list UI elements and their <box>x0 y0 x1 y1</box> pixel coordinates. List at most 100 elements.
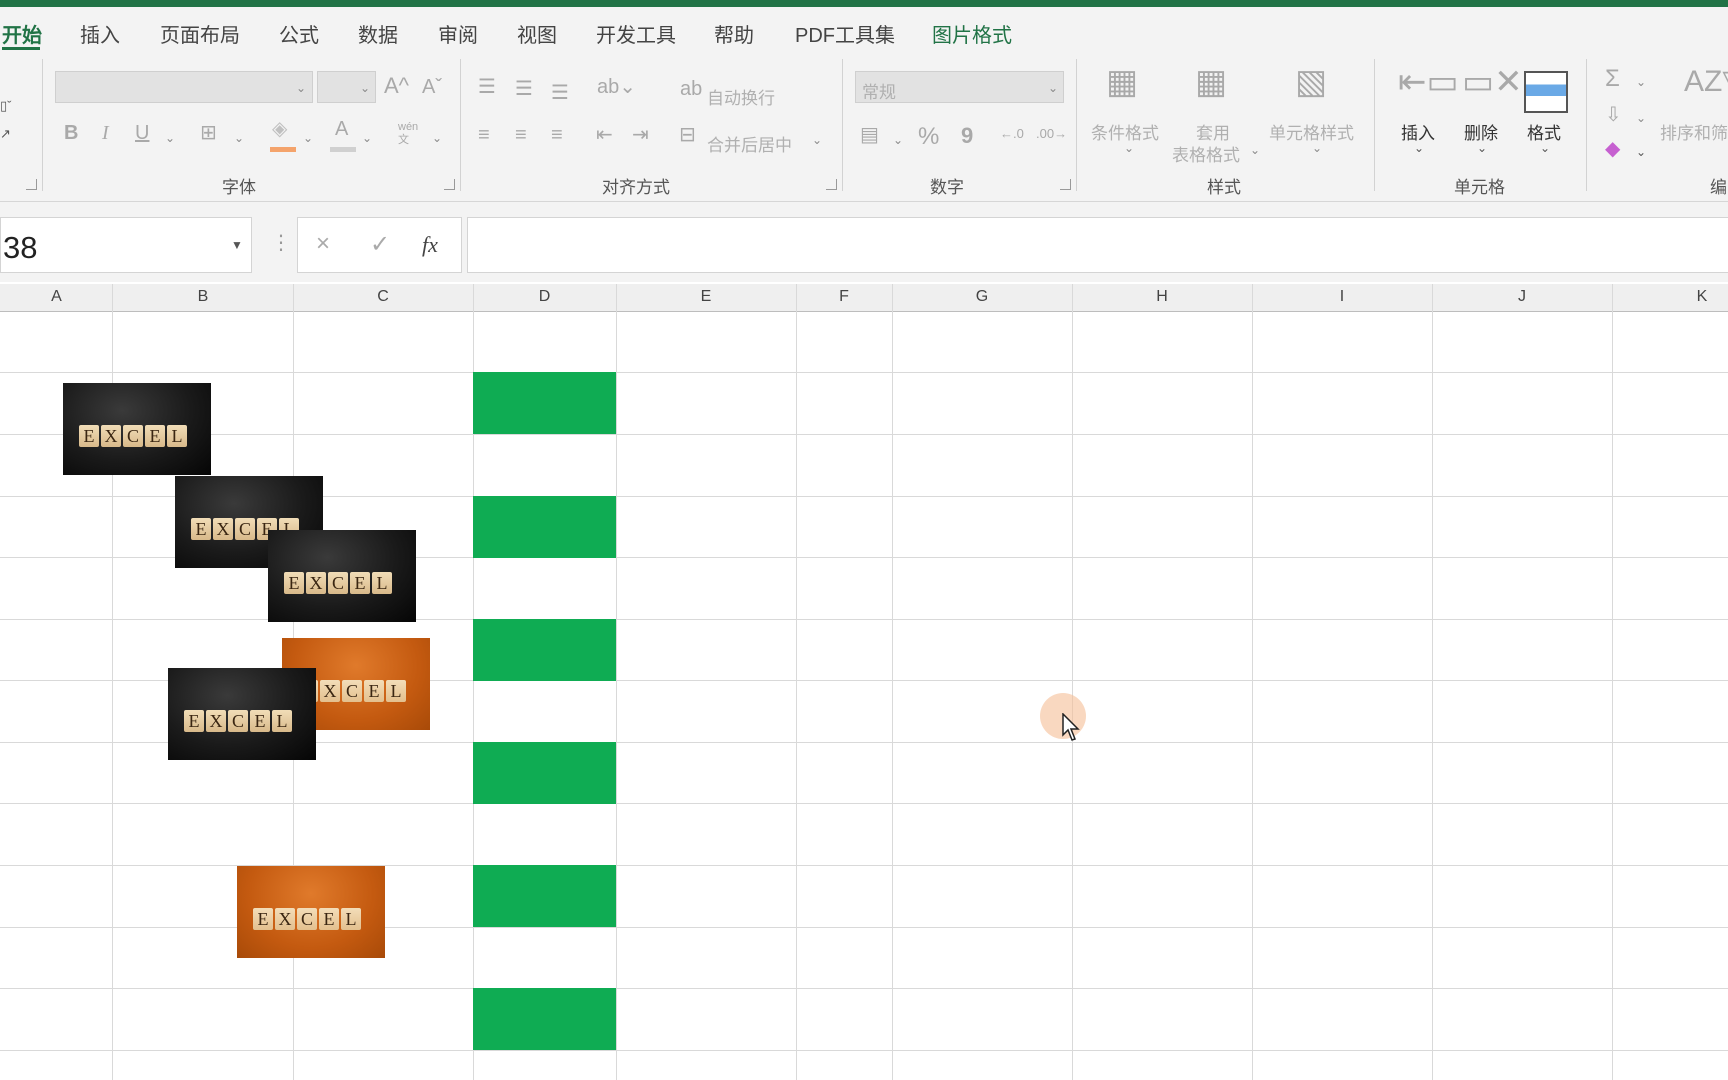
align-top-icon[interactable]: ☰ <box>478 77 496 97</box>
delete-cells-icon[interactable]: ▭✕ <box>1462 65 1523 99</box>
column-header-j[interactable]: J <box>1432 288 1612 306</box>
decrease-decimal-icon[interactable]: .00→ <box>1036 127 1067 140</box>
tab-9[interactable]: PDF工具集 <box>795 19 895 48</box>
tile-letter: E <box>350 572 370 594</box>
picture-1[interactable]: EXCEL <box>63 383 211 475</box>
tab-7[interactable]: 开发工具 <box>596 19 676 48</box>
green-cell[interactable] <box>473 619 616 681</box>
decrease-indent-icon[interactable]: ⇤ <box>596 125 613 145</box>
number-format-value: 常规 <box>862 83 896 102</box>
chevron-down-icon[interactable]: ⌄ <box>1636 75 1646 89</box>
increase-indent-icon[interactable]: ⇥ <box>632 125 649 145</box>
merge-center-icon[interactable]: ⊟ <box>679 125 696 145</box>
chevron-down-icon[interactable]: ⌄ <box>893 133 903 147</box>
green-cell[interactable] <box>473 988 616 1050</box>
insert-function-icon[interactable]: fx <box>422 232 438 258</box>
column-header-d[interactable]: D <box>473 288 616 306</box>
green-cell[interactable] <box>473 742 616 804</box>
tab-5[interactable]: 审阅 <box>438 19 478 48</box>
picture-3[interactable]: EXCEL <box>268 530 416 622</box>
format-as-table-label-2[interactable]: 表格格式 <box>1172 141 1240 166</box>
chevron-down-icon[interactable]: ⌄ <box>362 131 372 145</box>
chevron-down-icon[interactable]: ⌄ <box>432 131 442 145</box>
chevron-down-icon[interactable]: ⌄ <box>812 133 822 147</box>
tab-10[interactable]: 图片格式 <box>932 19 1012 48</box>
formula-input[interactable] <box>467 217 1728 273</box>
align-middle-icon[interactable]: ☰ <box>515 79 533 99</box>
chevron-down-icon[interactable]: ⌄ <box>165 131 175 145</box>
align-left-icon[interactable]: ≡ <box>478 125 490 145</box>
cancel-icon[interactable]: × <box>316 230 330 258</box>
format-as-table-icon[interactable]: ▦ <box>1195 65 1227 99</box>
clipboard-icon[interactable]: ▯ˇ <box>0 99 11 112</box>
number-launcher-icon[interactable] <box>1060 179 1071 190</box>
tab-6[interactable]: 视图 <box>517 19 557 48</box>
accounting-format-icon[interactable]: ▤ <box>860 125 879 145</box>
shrink-font-icon[interactable]: Aˇ <box>422 77 442 97</box>
tab-4[interactable]: 数据 <box>358 19 398 48</box>
column-header-e[interactable]: E <box>616 288 796 306</box>
tab-8[interactable]: 帮助 <box>714 19 754 48</box>
tab-3[interactable]: 公式 <box>279 19 319 48</box>
percent-style-button[interactable]: % <box>918 125 939 149</box>
grid-line <box>0 619 1728 620</box>
name-box-dropdown-icon[interactable]: ▼ <box>231 238 243 252</box>
sort-filter-button[interactable]: 排序和筛 <box>1660 119 1728 144</box>
column-header-b[interactable]: B <box>113 288 293 306</box>
column-header-g[interactable]: G <box>892 288 1072 306</box>
fill-color-button[interactable]: ◈ <box>270 119 296 153</box>
tab-0[interactable]: 开始 <box>2 19 42 48</box>
more-options-icon[interactable]: ⋮ <box>271 230 291 255</box>
cell-styles-icon[interactable]: ▧ <box>1295 65 1327 99</box>
merge-center-button[interactable]: 合并后居中 <box>707 131 792 156</box>
column-header-a[interactable]: A <box>0 288 113 306</box>
bold-button[interactable]: B <box>64 123 78 143</box>
fill-icon[interactable]: ⇩ <box>1605 105 1622 125</box>
align-center-icon[interactable]: ≡ <box>515 125 527 145</box>
wrap-text-button[interactable]: 自动换行 <box>707 84 775 109</box>
tab-1[interactable]: 插入 <box>80 19 120 48</box>
borders-icon[interactable]: ⊞ <box>200 123 217 143</box>
font-name-dropdown[interactable] <box>55 71 313 103</box>
clipboard-launcher-icon[interactable] <box>26 179 37 190</box>
align-bottom-icon[interactable]: ☰ <box>551 83 569 103</box>
conditional-formatting-icon[interactable]: ▦ <box>1106 65 1138 99</box>
font-color-button[interactable]: A <box>330 119 356 153</box>
confirm-icon[interactable]: ✓ <box>370 230 390 259</box>
picture-6[interactable]: EXCEL <box>237 866 385 958</box>
number-format-dropdown[interactable]: 常规 <box>855 71 1064 103</box>
chevron-down-icon[interactable]: ⌄ <box>1636 145 1646 159</box>
name-box[interactable]: 38 ▼ <box>0 217 252 273</box>
column-header-f[interactable]: F <box>796 288 892 306</box>
align-right-icon[interactable]: ≡ <box>551 125 563 145</box>
format-cells-icon[interactable] <box>1524 71 1568 113</box>
green-cell[interactable] <box>473 496 616 558</box>
autosum-icon[interactable]: Σ <box>1605 67 1620 91</box>
picture-5[interactable]: EXCEL <box>168 668 316 760</box>
column-header-k[interactable]: K <box>1612 288 1728 306</box>
comma-style-button[interactable]: 9 <box>961 125 973 147</box>
clear-icon[interactable]: ◆ <box>1605 139 1620 159</box>
font-launcher-icon[interactable] <box>444 179 455 190</box>
orientation-icon[interactable]: ab⌄ <box>597 77 636 97</box>
column-header-c[interactable]: C <box>293 288 473 306</box>
grow-font-icon[interactable]: A^ <box>384 75 409 97</box>
green-cell[interactable] <box>473 372 616 434</box>
italic-button[interactable]: I <box>102 123 109 143</box>
chevron-down-icon[interactable]: ⌄ <box>1636 111 1646 125</box>
column-header-i[interactable]: I <box>1252 288 1432 306</box>
tab-2[interactable]: 页面布局 <box>160 19 240 48</box>
wrap-text-icon[interactable]: ab <box>680 79 702 99</box>
phonetic-guide-icon[interactable]: wén 文 <box>398 121 420 147</box>
insert-cells-icon[interactable]: ⇤▭ <box>1398 65 1459 99</box>
underline-button[interactable]: U <box>135 123 149 143</box>
sort-filter-icon[interactable]: AZ▽ <box>1684 67 1728 97</box>
tile-letter: L <box>341 908 361 930</box>
column-header-h[interactable]: H <box>1072 288 1252 306</box>
format-painter-icon[interactable]: ↗ <box>0 127 11 140</box>
chevron-down-icon[interactable]: ⌄ <box>303 131 313 145</box>
chevron-down-icon[interactable]: ⌄ <box>234 131 244 145</box>
alignment-launcher-icon[interactable] <box>826 179 837 190</box>
green-cell[interactable] <box>473 865 616 927</box>
increase-decimal-icon[interactable]: ←.0 <box>1000 127 1024 140</box>
